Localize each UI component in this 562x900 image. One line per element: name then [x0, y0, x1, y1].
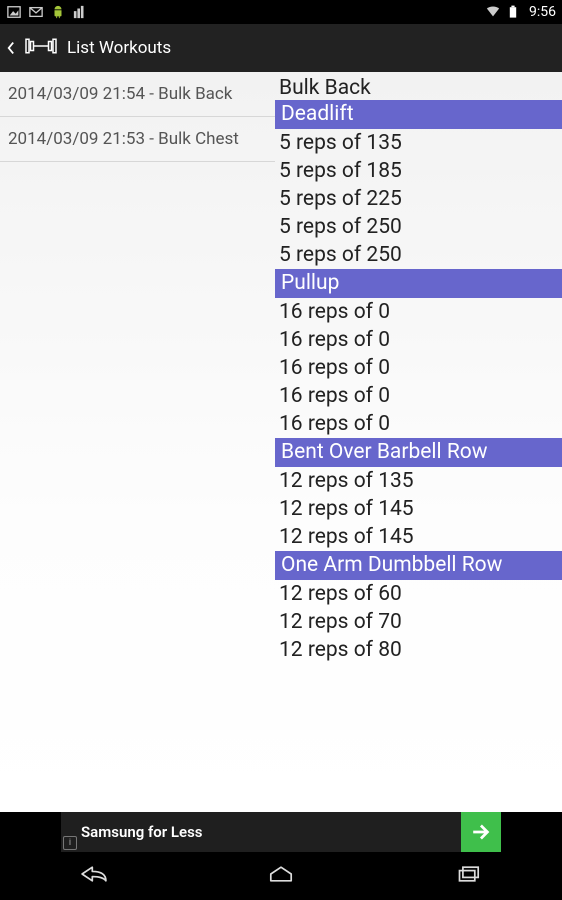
clock-text: 9:56: [529, 4, 556, 20]
ad-info-icon[interactable]: i: [63, 836, 77, 850]
set-row: 5 reps of 185: [275, 157, 562, 185]
list-item[interactable]: 2014/03/09 21:53 - Bulk Chest: [0, 117, 275, 162]
exercise-header: Bent Over Barbell Row: [275, 438, 562, 467]
set-row: 16 reps of 0: [275, 382, 562, 410]
set-row: 5 reps of 135: [275, 129, 562, 157]
android-icon: [50, 4, 66, 20]
set-row: 16 reps of 0: [275, 410, 562, 438]
nav-back-button[interactable]: [77, 861, 111, 891]
set-row: 12 reps of 135: [275, 467, 562, 495]
status-bar: 9:56: [0, 0, 562, 24]
ad-banner[interactable]: i Samsung for Less: [61, 812, 501, 852]
set-row: 12 reps of 145: [275, 523, 562, 551]
workout-list: 2014/03/09 21:54 - Bulk Back 2014/03/09 …: [0, 72, 275, 812]
nav-home-button[interactable]: [264, 861, 298, 891]
set-row: 16 reps of 0: [275, 326, 562, 354]
set-row: 12 reps of 60: [275, 580, 562, 608]
workout-detail: Bulk Back Deadlift5 reps of 1355 reps of…: [275, 72, 562, 812]
picture-icon: [6, 4, 22, 20]
set-row: 16 reps of 0: [275, 298, 562, 326]
ad-go-button[interactable]: [461, 812, 501, 852]
app-body: 2014/03/09 21:54 - Bulk Back 2014/03/09 …: [0, 72, 562, 812]
bars-icon: [72, 4, 88, 20]
exercise-header: Pullup: [275, 269, 562, 298]
ad-text: Samsung for Less: [81, 823, 461, 841]
nav-bar: [0, 852, 562, 900]
set-row: 5 reps of 225: [275, 185, 562, 213]
set-row: 16 reps of 0: [275, 354, 562, 382]
set-row: 12 reps of 80: [275, 636, 562, 664]
set-row: 12 reps of 145: [275, 495, 562, 523]
nav-recent-button[interactable]: [451, 861, 485, 891]
battery-icon: [505, 4, 521, 20]
page-title: List Workouts: [67, 38, 171, 58]
exercise-header: Deadlift: [275, 100, 562, 129]
mail-icon: [28, 4, 44, 20]
action-bar: List Workouts: [0, 24, 562, 72]
set-row: 5 reps of 250: [275, 213, 562, 241]
set-row: 5 reps of 250: [275, 241, 562, 269]
list-item[interactable]: 2014/03/09 21:54 - Bulk Back: [0, 72, 275, 117]
back-icon[interactable]: [6, 40, 15, 56]
workout-title: Bulk Back: [275, 72, 562, 100]
exercise-header: One Arm Dumbbell Row: [275, 551, 562, 580]
wifi-icon: [485, 4, 501, 20]
dumbbell-icon[interactable]: [23, 34, 59, 62]
set-row: 12 reps of 70: [275, 608, 562, 636]
